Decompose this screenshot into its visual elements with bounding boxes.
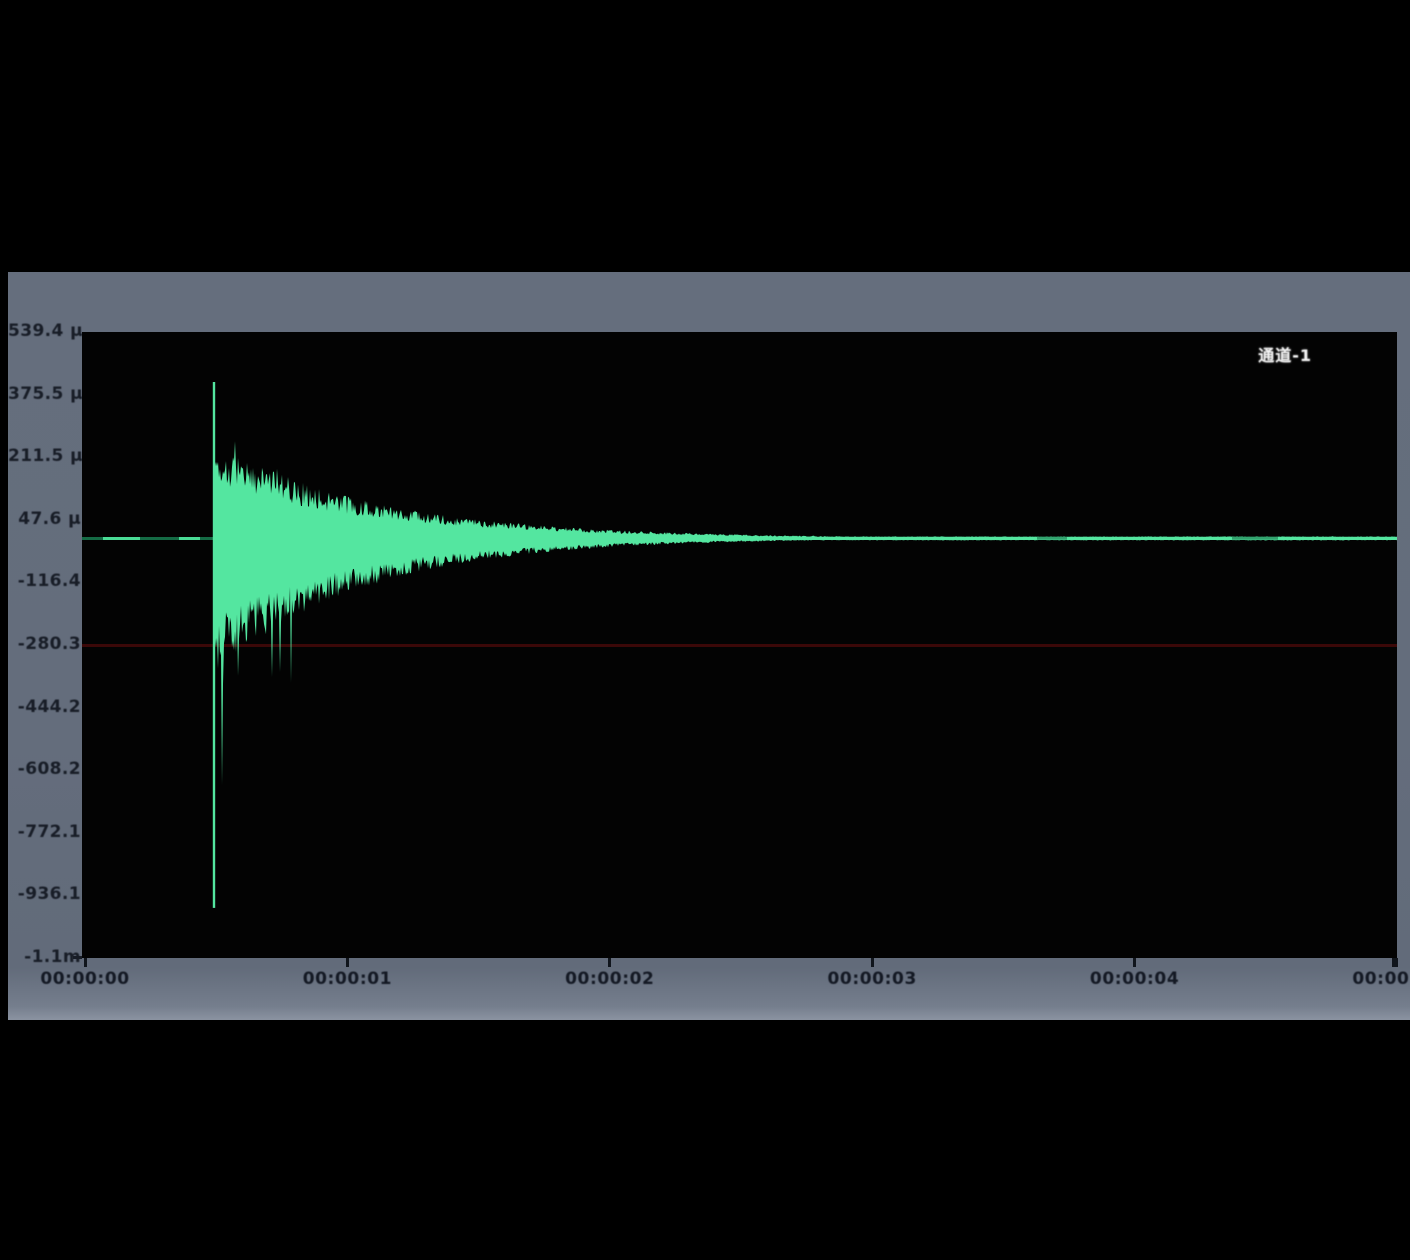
x-tick-mark: [1392, 958, 1398, 967]
tail-dim-segment: [1232, 537, 1278, 540]
y-tick-label: -608.2: [8, 759, 82, 781]
x-tick-mark: [84, 958, 87, 967]
channel-label: 通道-1: [1258, 342, 1312, 364]
x-tick-mark: [346, 958, 349, 967]
x-tick-mark: [608, 958, 611, 967]
y-tick-label: 47.6 μ: [8, 509, 82, 531]
y-tick-label: -444.2: [8, 697, 82, 719]
y-axis-corner-tick: [73, 956, 82, 959]
y-tick-label: -936.1: [8, 884, 82, 906]
waveform-plot[interactable]: 通道-1: [82, 332, 1397, 958]
x-tick-label: 00:00:02: [540, 969, 680, 991]
waveform-panel: 539.4 μ 375.5 μ 211.5 μ 47.6 μ -116.4 -280.3 -…: [8, 272, 1410, 1020]
waveform-svg[interactable]: [82, 332, 1397, 958]
waveform-envelope: [214, 441, 1397, 785]
x-tick-mark: [1133, 958, 1136, 967]
x-tick-label: 00:00:00: [15, 969, 155, 991]
y-tick-label: -280.3: [8, 634, 82, 656]
audio-editor-frame: { "window": { "bg": "#000000" }, "panel"…: [0, 0, 1410, 1260]
y-tick-label: 211.5 μ: [8, 446, 82, 468]
transient-spike: [213, 382, 215, 908]
x-tick-label: 00:00:04: [1065, 969, 1205, 991]
y-tick-label: -772.1: [8, 822, 82, 844]
x-tick-mark: [871, 958, 874, 967]
y-tick-label: 539.4 μ: [8, 321, 82, 343]
x-tick-label: 00:00:05: [1327, 969, 1410, 991]
y-tick-label: -1.1m: [8, 947, 82, 969]
y-tick-label: -116.4: [8, 571, 82, 593]
x-tick-label: 00:00:03: [802, 969, 942, 991]
x-tick-label: 00:00:01: [277, 969, 417, 991]
tail-dim-segment: [1037, 537, 1067, 540]
y-tick-label: 375.5 μ: [8, 384, 82, 406]
